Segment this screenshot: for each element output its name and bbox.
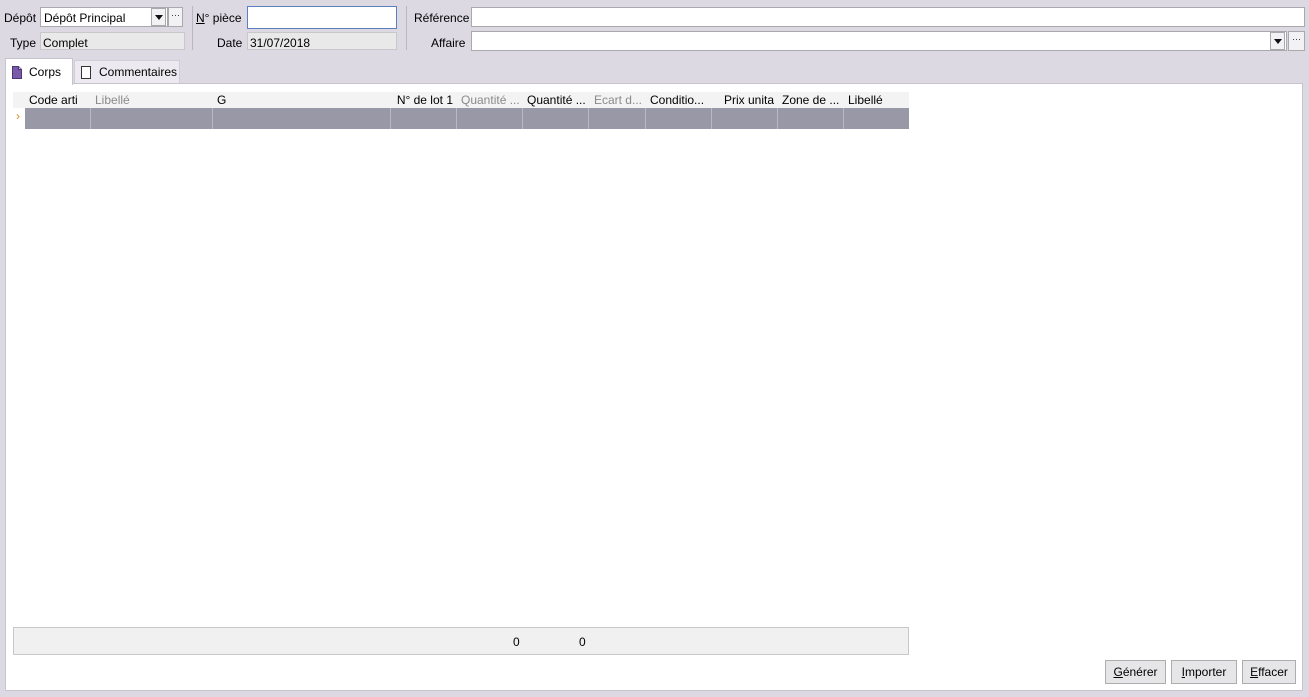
- column-header[interactable]: G: [213, 92, 391, 108]
- affaire-label: Affaire: [431, 36, 466, 50]
- column-header[interactable]: Quantité ...: [523, 92, 589, 108]
- column-header[interactable]: Conditio...: [646, 92, 712, 108]
- document-icon: [12, 65, 22, 79]
- tab-panel: [5, 83, 1303, 691]
- row-indicator[interactable]: ›: [13, 108, 25, 129]
- total-value: 0: [579, 635, 586, 649]
- cell-divider: [711, 108, 712, 129]
- cell-divider: [212, 108, 213, 129]
- cell-divider: [522, 108, 523, 129]
- date-label: Date: [217, 36, 243, 50]
- cell-divider: [843, 108, 844, 129]
- type-field: Complet: [40, 32, 185, 50]
- column-header[interactable]: Libellé: [91, 92, 213, 108]
- grid-header: Code arti Libellé G N° de lot 1 Quantité…: [13, 92, 909, 108]
- column-header[interactable]: Code arti: [25, 92, 91, 108]
- column-header[interactable]: N° de lot 1: [391, 92, 457, 108]
- affaire-browse-button[interactable]: ···: [1288, 31, 1305, 51]
- npiece-input[interactable]: [247, 6, 397, 29]
- cell-divider: [588, 108, 589, 129]
- depot-label: Dépôt: [4, 11, 37, 25]
- separator: [406, 6, 407, 50]
- column-header[interactable]: Libellé: [844, 92, 909, 108]
- table-row[interactable]: [25, 108, 909, 129]
- tab-corps-label: Corps: [29, 65, 62, 79]
- cell-divider: [777, 108, 778, 129]
- type-label: Type: [10, 36, 37, 50]
- cell-divider: [390, 108, 391, 129]
- tab-commentaires[interactable]: Commentaires: [74, 60, 180, 83]
- affaire-dropdown-button[interactable]: [1270, 32, 1285, 50]
- generer-label: Générer: [1113, 665, 1158, 679]
- tab-commentaires-label: Commentaires: [99, 65, 178, 79]
- reference-label: Référence: [414, 11, 470, 25]
- cell-divider: [456, 108, 457, 129]
- column-header[interactable]: Zone de ...: [778, 92, 844, 108]
- page-icon: [81, 65, 91, 79]
- importer-button[interactable]: Importer: [1171, 660, 1237, 684]
- column-header[interactable]: Prix unita: [712, 92, 778, 108]
- effacer-label: Effacer: [1250, 665, 1288, 679]
- row-marker: ›: [16, 109, 20, 123]
- totals-bar: 0 0: [13, 627, 909, 655]
- depot-select[interactable]: Dépôt Principal: [40, 7, 168, 27]
- total-value: 0: [513, 635, 520, 649]
- reference-input[interactable]: [471, 7, 1305, 27]
- tab-corps[interactable]: Corps: [5, 58, 73, 85]
- depot-browse-button[interactable]: ···: [168, 7, 183, 27]
- date-field: 31/07/2018: [247, 32, 397, 50]
- chevron-down-icon: [1273, 38, 1282, 44]
- importer-label: Importer: [1181, 665, 1227, 679]
- type-value: Complet: [43, 36, 88, 50]
- separator: [192, 6, 193, 50]
- npiece-label: N° pièce: [196, 11, 242, 25]
- effacer-button[interactable]: Effacer: [1242, 660, 1296, 684]
- affaire-select[interactable]: [471, 31, 1287, 51]
- chevron-down-icon: [154, 14, 163, 20]
- column-header[interactable]: Ecart d...: [589, 92, 646, 108]
- cell-divider: [90, 108, 91, 129]
- depot-dropdown-button[interactable]: [151, 8, 166, 26]
- cell-divider: [645, 108, 646, 129]
- column-header[interactable]: Quantité ...: [457, 92, 523, 108]
- depot-select-value: Dépôt Principal: [44, 11, 126, 25]
- generer-button[interactable]: Générer: [1105, 660, 1166, 684]
- date-value: 31/07/2018: [250, 36, 311, 50]
